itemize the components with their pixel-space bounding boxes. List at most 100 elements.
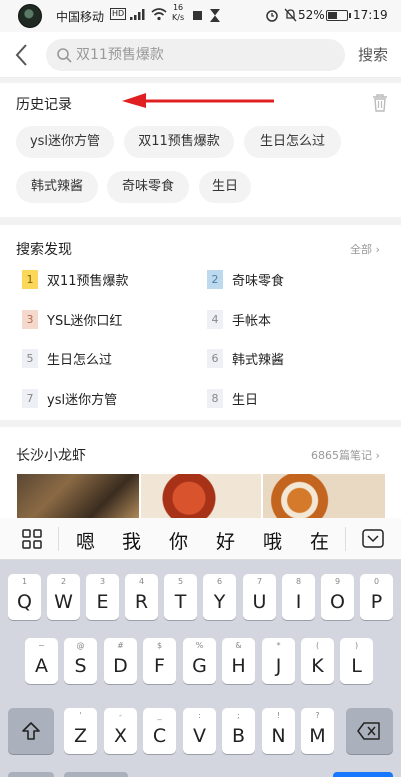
key-f[interactable]: $ F xyxy=(143,638,176,684)
search-button[interactable]: 搜索 xyxy=(358,44,388,65)
search-page: 中国移动 HD 16 K/s 52% 17:19 双11预售爆款 搜索 历史记录… xyxy=(0,0,401,777)
key-b[interactable]: ; B xyxy=(222,708,255,754)
key-l[interactable]: ) L xyxy=(340,638,373,684)
trending-item[interactable]: 8 生日 xyxy=(207,389,258,408)
trending-label: YSL迷你口红 xyxy=(47,314,123,329)
key-i[interactable]: 8I xyxy=(282,574,315,620)
history-chip[interactable]: ysl迷你方管 xyxy=(16,126,114,158)
candidate-word[interactable]: 嗯 xyxy=(76,527,95,554)
app-avatar-icon xyxy=(18,4,42,28)
trending-item[interactable]: 7 ysl迷你方管 xyxy=(22,389,117,408)
key-a[interactable]: ~ A xyxy=(25,638,58,684)
topic-section: 长沙小龙虾 6865篇笔记 › xyxy=(0,427,401,518)
trending-item[interactable]: 1 双11预售爆款 xyxy=(22,270,129,289)
discovery-title: 搜索发现 xyxy=(16,242,72,258)
bottom-key-stub xyxy=(8,772,54,777)
key-h[interactable]: & H xyxy=(222,638,255,684)
candidate-word[interactable]: 你 xyxy=(169,527,188,554)
key-u[interactable]: 7U xyxy=(243,574,276,620)
bottom-key-stub xyxy=(64,772,128,777)
trending-item[interactable]: 2 奇味零食 xyxy=(207,270,284,289)
key-r[interactable]: 4R xyxy=(125,574,158,620)
trending-item[interactable]: 3 YSL迷你口红 xyxy=(22,310,122,329)
notification-icon xyxy=(193,11,202,20)
topic-photo-restaurant[interactable] xyxy=(17,474,139,518)
mute-icon xyxy=(284,8,297,22)
key-v[interactable]: :V xyxy=(183,708,216,754)
trending-item[interactable]: 5 生日怎么过 xyxy=(22,349,112,368)
network-speed: 16 K/s xyxy=(172,3,185,22)
search-icon xyxy=(57,48,72,63)
shift-icon xyxy=(22,722,40,740)
status-bar: 中国移动 HD 16 K/s 52% 17:19 xyxy=(0,0,401,32)
topic-title[interactable]: 长沙小龙虾 xyxy=(16,445,86,465)
clock: 17:19 xyxy=(353,8,388,22)
alarm-icon xyxy=(266,10,278,22)
trending-item[interactable]: 6 韩式辣酱 xyxy=(207,349,284,368)
key-n[interactable]: ! N xyxy=(262,708,295,754)
battery-fill xyxy=(328,12,337,19)
annotation-arrow xyxy=(122,93,274,108)
key-q[interactable]: 1Q xyxy=(8,574,41,620)
hd-badge: HD xyxy=(110,8,127,20)
topic-photo-crayfish[interactable] xyxy=(141,474,261,518)
search-box[interactable] xyxy=(46,39,345,71)
view-all-link[interactable]: 全部 › xyxy=(350,241,380,257)
ime-candidate-bar: 嗯 我 你 好 哦 在 xyxy=(0,518,401,560)
history-chip[interactable]: 韩式辣酱 xyxy=(16,171,98,203)
rank-number: 1 xyxy=(22,270,38,289)
key-p[interactable]: 0P xyxy=(360,574,393,620)
trending-label: 生日怎么过 xyxy=(47,353,113,368)
history-chip[interactable]: 奇味零食 xyxy=(107,171,189,203)
ime-menu-grid-icon[interactable] xyxy=(22,529,42,549)
key-e[interactable]: 3E xyxy=(86,574,119,620)
keyboard: 1Q 2W 3E 4R 5T 6Y 7U 8I 9O 0P ~ A @ S # D $… xyxy=(0,560,401,777)
trending-label: ysl迷你方管 xyxy=(47,393,118,408)
key-c[interactable]: _ C xyxy=(143,708,176,754)
trending-label: 奇味零食 xyxy=(232,274,285,289)
battery-percent: 52% xyxy=(298,8,325,22)
history-chip[interactable]: 生日 xyxy=(199,171,251,203)
trash-icon[interactable] xyxy=(372,94,388,112)
backspace-icon xyxy=(357,722,380,740)
trending-label: 韩式辣酱 xyxy=(232,353,285,368)
rank-number: 7 xyxy=(22,389,38,408)
candidate-word[interactable]: 我 xyxy=(122,527,141,554)
key-g[interactable]: % G xyxy=(183,638,216,684)
trending-label: 双11预售爆款 xyxy=(47,274,129,289)
history-chip[interactable]: 生日怎么过 xyxy=(244,126,341,158)
candidate-word[interactable]: 在 xyxy=(310,527,329,554)
topic-photo-dishes[interactable] xyxy=(263,474,385,518)
key-z[interactable]: ' Z xyxy=(64,708,97,754)
key-o[interactable]: 9O xyxy=(321,574,354,620)
search-history-section: 历史记录 ysl迷你方管 双11预售爆款 生日怎么过 韩式辣酱 奇味零食 生日 xyxy=(0,83,401,217)
key-y[interactable]: 6Y xyxy=(203,574,236,620)
rank-number: 5 xyxy=(22,349,38,368)
battery-icon xyxy=(326,10,351,21)
key-m[interactable]: ? M xyxy=(301,708,334,754)
trending-item[interactable]: 4 手帐本 xyxy=(207,310,271,329)
backspace-key[interactable] xyxy=(346,708,393,754)
rank-number: 3 xyxy=(22,310,38,329)
shift-key[interactable] xyxy=(8,708,54,754)
key-k[interactable]: (K xyxy=(301,638,334,684)
candidate-word[interactable]: 哦 xyxy=(263,527,282,554)
rank-number: 6 xyxy=(207,349,223,368)
key-s[interactable]: @ S xyxy=(64,638,97,684)
trending-label: 手帐本 xyxy=(232,314,272,329)
trending-label: 生日 xyxy=(232,393,259,408)
key-t[interactable]: 5T xyxy=(164,574,197,620)
back-arrow-icon[interactable] xyxy=(12,42,34,68)
history-chip[interactable]: 双11预售爆款 xyxy=(124,126,234,158)
key-w[interactable]: 2W xyxy=(47,574,80,620)
key-j[interactable]: * J xyxy=(262,638,295,684)
key-d[interactable]: # D xyxy=(104,638,137,684)
rank-number: 8 xyxy=(207,389,223,408)
divider xyxy=(345,527,346,551)
topic-notes-link[interactable]: 6865篇笔记 › xyxy=(311,447,380,463)
search-input[interactable] xyxy=(76,39,336,71)
collapse-keyboard-icon[interactable] xyxy=(362,529,384,548)
candidate-word[interactable]: 好 xyxy=(216,527,235,554)
search-key-stub xyxy=(333,772,393,777)
key-x[interactable]: -X xyxy=(104,708,137,754)
